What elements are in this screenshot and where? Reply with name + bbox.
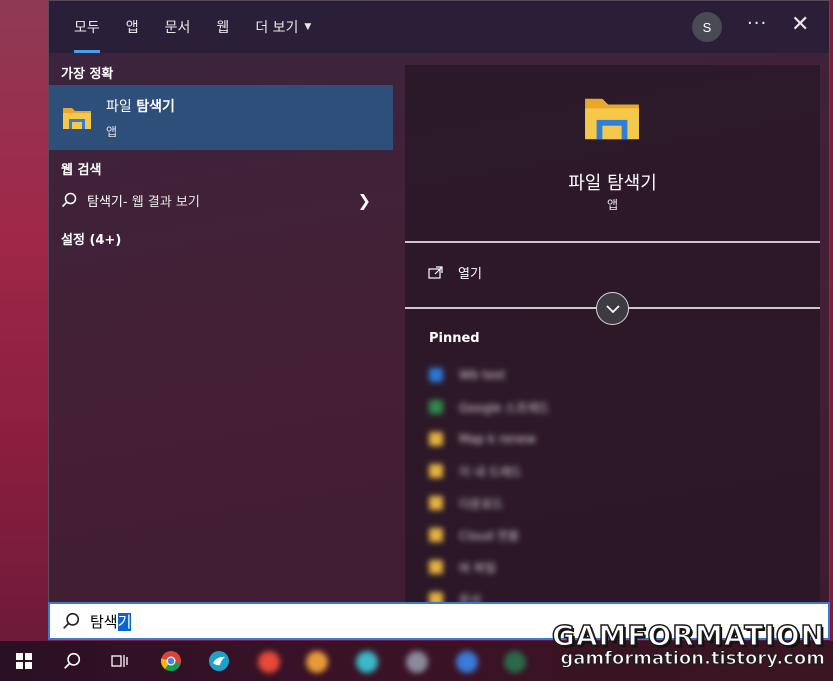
- pinned-item-icon: [429, 432, 443, 446]
- pinned-item[interactable]: 다운로드: [425, 487, 549, 519]
- search-icon: [61, 192, 77, 208]
- web-search-item[interactable]: 탐색기 - 웹 결과 보기 ❯: [49, 187, 393, 213]
- search-icon: [64, 652, 81, 669]
- open-action[interactable]: 열기: [428, 263, 482, 282]
- blurred-app-icon[interactable]: [406, 651, 428, 673]
- tab-documents[interactable]: 문서: [152, 1, 204, 53]
- tab-more[interactable]: 더 보기 ▼: [242, 1, 324, 53]
- open-label: 열기: [458, 267, 482, 282]
- search-selected-text: 기: [117, 612, 132, 631]
- pinned-item-icon: [429, 528, 443, 542]
- close-icon[interactable]: ✕: [791, 12, 809, 37]
- search-panel: 모두 앱 문서 웹 더 보기 ▼ S ··· ✕ 가장 정확 파일 탐색기 앱 웹…: [48, 0, 830, 607]
- tab-more-label: 더 보기: [255, 20, 299, 36]
- preview-app-title: 파일 탐색기: [568, 173, 657, 194]
- search-typed-text: 탐색: [90, 612, 118, 631]
- blurred-app-icon[interactable]: [504, 651, 526, 673]
- search-icon: [63, 612, 80, 629]
- pinned-item-icon: [429, 368, 443, 382]
- pinned-item-icon: [429, 560, 443, 574]
- task-view-icon[interactable]: [100, 641, 140, 681]
- blurred-app-icon[interactable]: [306, 651, 328, 673]
- tab-all-label: 모두: [74, 20, 100, 36]
- blurred-app-icon[interactable]: [456, 651, 478, 673]
- pinned-item-label: Google 스프레드: [459, 400, 550, 415]
- pinned-item[interactable]: Wb test: [425, 359, 549, 391]
- best-match-header: 가장 정확: [61, 67, 114, 82]
- windows-start-icon[interactable]: [4, 641, 44, 681]
- watermark: GAMFORMATION gamformation.tistory.com: [551, 618, 826, 670]
- tab-web-label: 웹: [216, 20, 230, 36]
- task-view-glyph-icon: [111, 655, 128, 667]
- expand-button[interactable]: [596, 292, 629, 325]
- web-search-query: 탐색기: [87, 194, 123, 210]
- pinned-header: Pinned: [429, 331, 480, 346]
- chrome-icon[interactable]: [151, 641, 191, 681]
- tab-web[interactable]: 웹: [203, 1, 242, 53]
- watermark-url: gamformation.tistory.com: [560, 648, 826, 670]
- open-external-icon: [428, 265, 443, 279]
- pinned-item[interactable]: Cloud 전용: [425, 519, 549, 551]
- pinned-item-icon: [429, 496, 443, 510]
- pinned-item[interactable]: 바 파일: [425, 551, 549, 583]
- pinned-item-label: 이 내 드레드: [459, 464, 522, 479]
- windows-logo-icon: [16, 653, 32, 669]
- desktop-background: [0, 0, 48, 641]
- divider: [405, 241, 820, 243]
- user-avatar[interactable]: S: [692, 12, 722, 42]
- best-match-text: 파일 탐색기 앱: [106, 96, 175, 140]
- pinned-item[interactable]: Map k renew: [425, 423, 549, 455]
- more-options-icon[interactable]: ···: [747, 13, 767, 34]
- file-explorer-icon: [63, 107, 91, 129]
- pinned-item[interactable]: Google 스프레드: [425, 391, 549, 423]
- tab-apps-label: 앱: [125, 20, 139, 36]
- blurred-app-icon[interactable]: [258, 651, 280, 673]
- pinned-item-icon: [429, 464, 443, 478]
- best-match-subtitle: 앱: [106, 124, 118, 139]
- best-match-title: 파일 탐색기: [106, 96, 175, 116]
- best-match-title-prefix: 파일: [106, 98, 137, 115]
- chevron-down-icon: [605, 304, 620, 313]
- pinned-item[interactable]: 이 내 드레드: [425, 455, 549, 487]
- results-list: 가장 정확 파일 탐색기 앱 웹 검색 탐색기 - 웹 결과 보기 ❯ 설정 (…: [49, 53, 393, 602]
- web-search-suffix: - 웹 결과 보기: [122, 194, 200, 210]
- tab-apps[interactable]: 앱: [113, 1, 152, 53]
- tab-documents-label: 문서: [164, 20, 191, 36]
- preview-pane: 파일 탐색기 앱 열기 Pinned Wb test Google 스프레드 M…: [405, 65, 820, 607]
- blurred-app-icon[interactable]: [356, 651, 378, 673]
- web-search-header: 웹 검색: [61, 163, 102, 178]
- best-match-title-bold: 탐색기: [136, 98, 175, 115]
- pinned-item-label: Map k renew: [459, 432, 536, 446]
- search-topbar: 모두 앱 문서 웹 더 보기 ▼ S ··· ✕: [49, 1, 829, 53]
- best-match-item[interactable]: 파일 탐색기 앱: [49, 85, 393, 150]
- file-explorer-large-icon: [585, 98, 639, 140]
- pinned-item-label: 다운로드: [459, 496, 504, 511]
- pinned-list: Wb test Google 스프레드 Map k renew 이 내 드레드 …: [425, 359, 549, 615]
- app-bird-icon[interactable]: [199, 641, 239, 681]
- pinned-item-label: Wb test: [459, 368, 506, 382]
- settings-header[interactable]: 설정 (4+): [49, 229, 121, 248]
- pinned-item-icon: [429, 400, 443, 414]
- search-tabs: 모두 앱 문서 웹 더 보기 ▼: [61, 1, 324, 53]
- tab-all[interactable]: 모두: [61, 1, 113, 53]
- pinned-item-label: 바 파일: [459, 560, 496, 575]
- preview-app-subtitle: 앱: [606, 198, 619, 212]
- pinned-item-label: Cloud 전용: [459, 528, 520, 543]
- chevron-right-icon: ❯: [357, 190, 371, 210]
- search-input-value: 탐색기: [90, 611, 132, 632]
- taskbar-search-icon[interactable]: [52, 641, 92, 681]
- chrome-logo-icon: [160, 651, 181, 672]
- bird-app-icon: [209, 651, 229, 671]
- caret-down-icon: ▼: [304, 22, 312, 32]
